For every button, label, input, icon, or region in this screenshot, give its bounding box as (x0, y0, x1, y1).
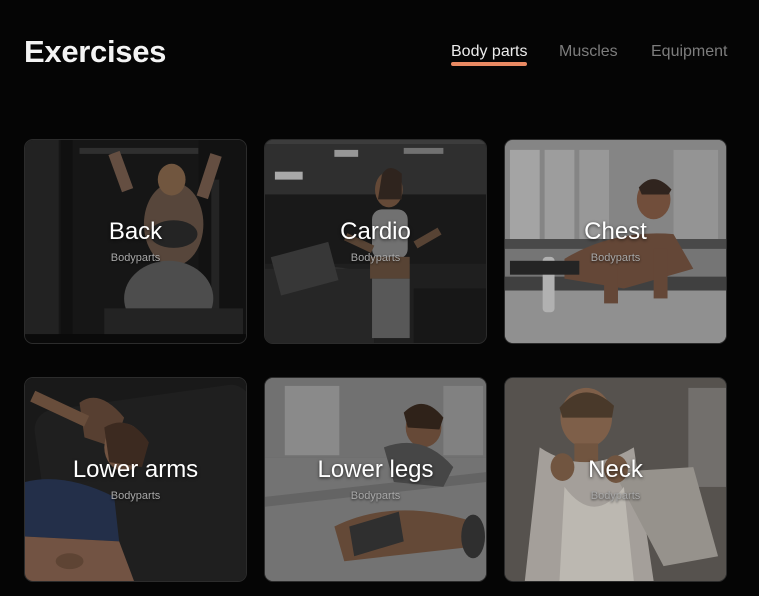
bodypart-card-lower-legs[interactable]: Lower legs Bodyparts (264, 377, 487, 582)
bodypart-card-chest[interactable]: Chest Bodyparts (504, 139, 727, 344)
card-subtitle: Bodyparts (350, 252, 401, 264)
bodypart-card-neck[interactable]: Neck Bodyparts (504, 377, 727, 582)
card-subtitle: Bodyparts (590, 252, 641, 264)
card-subtitle: Bodyparts (350, 490, 401, 502)
bodypart-card-back[interactable]: Back Bodyparts (24, 139, 247, 344)
card-title: Cardio (340, 218, 411, 245)
card-title: Neck (588, 456, 643, 483)
card-title: Lower legs (317, 456, 434, 483)
exercises-page: Exercises Body parts Muscles Equipment B… (0, 0, 759, 596)
active-tab-indicator (451, 62, 527, 66)
tab-muscles[interactable]: Muscles (559, 43, 618, 61)
bodypart-card-lower-arms[interactable]: Lower arms Bodyparts (24, 377, 247, 582)
bodypart-card-cardio[interactable]: Cardio Bodyparts (264, 139, 487, 344)
card-subtitle: Bodyparts (590, 490, 641, 502)
card-subtitle: Bodyparts (110, 252, 161, 264)
category-tabs: Body parts Muscles Equipment (0, 43, 759, 73)
card-title: Chest (584, 218, 647, 245)
card-subtitle: Bodyparts (110, 490, 161, 502)
card-title: Back (108, 218, 163, 245)
tab-body-parts[interactable]: Body parts (451, 43, 527, 61)
tab-equipment[interactable]: Equipment (651, 43, 728, 61)
card-title: Lower arms (72, 456, 199, 483)
